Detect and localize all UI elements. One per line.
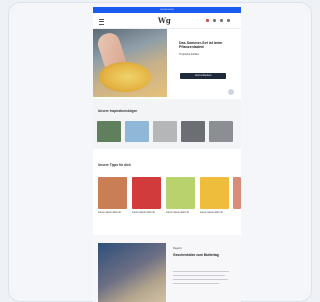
inspiration-thumb[interactable] [97, 121, 121, 142]
search-icon[interactable] [220, 19, 223, 22]
inspiration-title: Unsere Inspirationsbögen [98, 109, 138, 113]
tip-card-title: Lorem ipsum dolor sit [98, 211, 121, 214]
tips-title: Unsere Tipps für dich [98, 163, 131, 167]
magazine-text-line [173, 275, 225, 276]
tips-section: Unsere Tipps für dich Lorem ipsum dolor … [93, 153, 241, 231]
tip-card-title: Lorem ipsum dolor sit [200, 211, 223, 214]
account-icon[interactable] [206, 19, 209, 22]
magazine-text-line [173, 283, 219, 284]
hero-title: Das Sommer-Set ist beim Pflanzenladen! [179, 41, 223, 50]
tip-card-image [200, 177, 229, 209]
tip-card-title: Lorem ipsum dolor sit [132, 211, 155, 214]
site-header: Wg [93, 13, 241, 29]
site-logo[interactable]: Wg [158, 16, 171, 25]
tip-card-title: Lorem ipsum dolor sit [166, 211, 189, 214]
website-preview: •••••••• •••••• Wg Das Sommer-Set ist be… [93, 7, 241, 302]
tip-card[interactable]: Lorem ipsum dolor sit [98, 177, 127, 214]
inspiration-thumb[interactable] [181, 121, 205, 142]
heart-icon[interactable] [213, 19, 216, 22]
tip-card-image [233, 177, 241, 209]
tip-card[interactable]: Lorem ipsum dolor sit [166, 177, 195, 214]
hero-subtitle: Tropische Farben [179, 53, 200, 56]
tip-card[interactable] [233, 177, 241, 209]
inspiration-thumb[interactable] [153, 121, 177, 142]
cart-icon[interactable] [227, 19, 230, 22]
magazine-title[interactable]: Geschenkidee zum Muttertag [173, 253, 233, 257]
magazine-image[interactable] [98, 243, 166, 302]
hero-image-float [99, 62, 151, 92]
chat-icon[interactable] [228, 89, 234, 95]
hero-image [93, 29, 167, 97]
tip-card[interactable]: Lorem ipsum dolor sit [132, 177, 161, 214]
tip-card[interactable]: Lorem ipsum dolor sit [200, 177, 229, 214]
magazine-tag: Magazin [173, 247, 183, 250]
inspiration-section: Unsere Inspirationsbögen [93, 99, 241, 149]
hero-cta-button[interactable]: Jetzt entdecken [180, 73, 226, 79]
inspiration-thumb[interactable] [209, 121, 233, 142]
tip-card-image [98, 177, 127, 209]
menu-icon[interactable] [99, 19, 104, 25]
hero-banner: Das Sommer-Set ist beim Pflanzenladen! T… [93, 29, 241, 97]
magazine-section: Magazin Geschenkidee zum Muttertag [93, 235, 241, 302]
tip-card-image [132, 177, 161, 209]
stage: •••••••• •••••• Wg Das Sommer-Set ist be… [0, 0, 319, 302]
magazine-text-line [173, 279, 228, 280]
tip-card-image [166, 177, 195, 209]
magazine-text-line [173, 271, 229, 272]
inspiration-thumb[interactable] [125, 121, 149, 142]
